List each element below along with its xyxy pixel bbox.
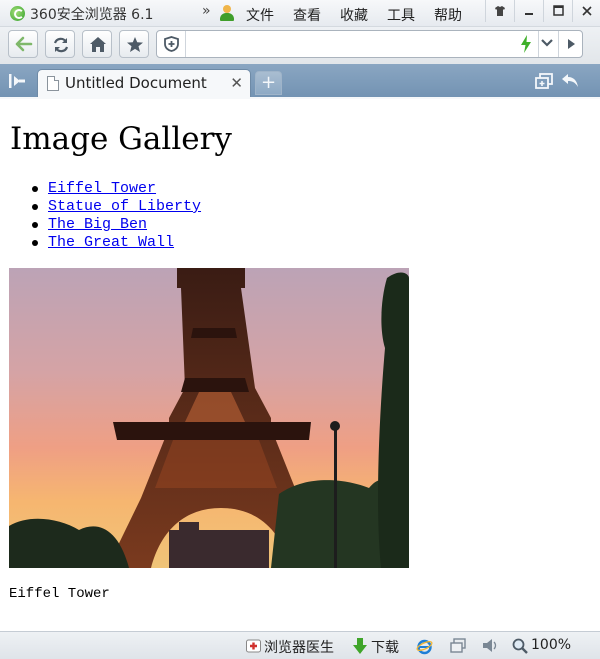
shield-icon [164,36,179,52]
navigation-toolbar [0,27,600,64]
tab-untitled-document[interactable]: Untitled Document ✕ [37,69,251,97]
menu-file[interactable]: 文件 [246,5,274,25]
zoom-magnifier-icon [512,638,528,654]
refresh-icon [53,37,69,53]
skin-icon[interactable] [485,0,514,22]
address-bar [156,30,583,58]
window-mode-icon[interactable] [450,638,466,653]
first-aid-icon [246,639,261,653]
image-caption: Eiffel Tower [9,586,110,602]
sidebar-toggle-icon[interactable] [8,73,26,89]
zoom-level[interactable]: 100% [531,637,571,653]
home-button[interactable] [82,30,112,58]
double-chevron-icon[interactable]: » [202,3,211,19]
menu-tools[interactable]: 工具 [387,5,415,25]
back-button[interactable] [8,30,38,58]
star-icon [127,37,143,52]
close-tab-icon[interactable]: ✕ [230,74,243,92]
window-title: 360安全浏览器 6.1 [30,7,154,23]
menu-view[interactable]: 查看 [293,5,321,25]
browser-logo-icon [10,6,25,21]
play-icon [568,39,575,49]
tab-label: Untitled Document [65,74,207,92]
tab-strip: Untitled Document ✕ + [0,64,600,97]
page-title: Image Gallery [10,121,232,157]
list-item: Statue of Liberty [30,198,201,216]
undo-close-tab-icon[interactable] [561,73,579,88]
refresh-button[interactable] [45,30,75,58]
link-great-wall[interactable]: The Great Wall [48,234,174,251]
close-window-button[interactable] [572,0,600,22]
maximize-button[interactable] [543,0,572,22]
home-icon [90,37,106,52]
security-shield-button[interactable] [157,31,186,57]
go-button[interactable] [558,31,582,57]
restore-tabs-icon[interactable] [535,73,553,89]
gallery-placeholder-image [9,268,409,568]
list-item: The Great Wall [30,234,201,252]
ie-core-icon[interactable] [416,638,433,655]
link-statue-of-liberty[interactable]: Statue of Liberty [48,198,201,215]
speaker-icon[interactable] [482,638,499,653]
download-button[interactable]: 下载 [371,637,399,657]
status-bar: 浏览器医生 下载 100% [0,631,600,659]
minimize-button[interactable] [514,0,543,22]
chevron-down-icon[interactable] [540,37,554,49]
link-eiffel-tower[interactable]: Eiffel Tower [48,180,156,197]
page-viewport: Image Gallery Eiffel Tower Statue of Lib… [0,99,600,631]
lightning-icon[interactable] [520,35,532,53]
window-controls [485,0,600,24]
gallery-link-list: Eiffel Tower Statue of Liberty The Big B… [30,180,201,252]
link-big-ben[interactable]: The Big Ben [48,216,147,233]
new-tab-button[interactable]: + [255,71,282,95]
back-arrow-icon [15,36,33,52]
browser-doctor-button[interactable]: 浏览器医生 [264,637,334,657]
user-icon[interactable] [219,5,235,22]
favorite-button[interactable] [119,30,149,58]
title-bar: 360安全浏览器 6.1 » 文件 查看 收藏 工具 帮助 [0,0,600,27]
menu-favorites[interactable]: 收藏 [340,5,368,25]
list-item: Eiffel Tower [30,180,201,198]
download-arrow-icon [353,638,367,654]
address-input[interactable] [187,32,517,56]
menu-help[interactable]: 帮助 [434,5,462,25]
list-item: The Big Ben [30,216,201,234]
document-icon [47,76,59,91]
